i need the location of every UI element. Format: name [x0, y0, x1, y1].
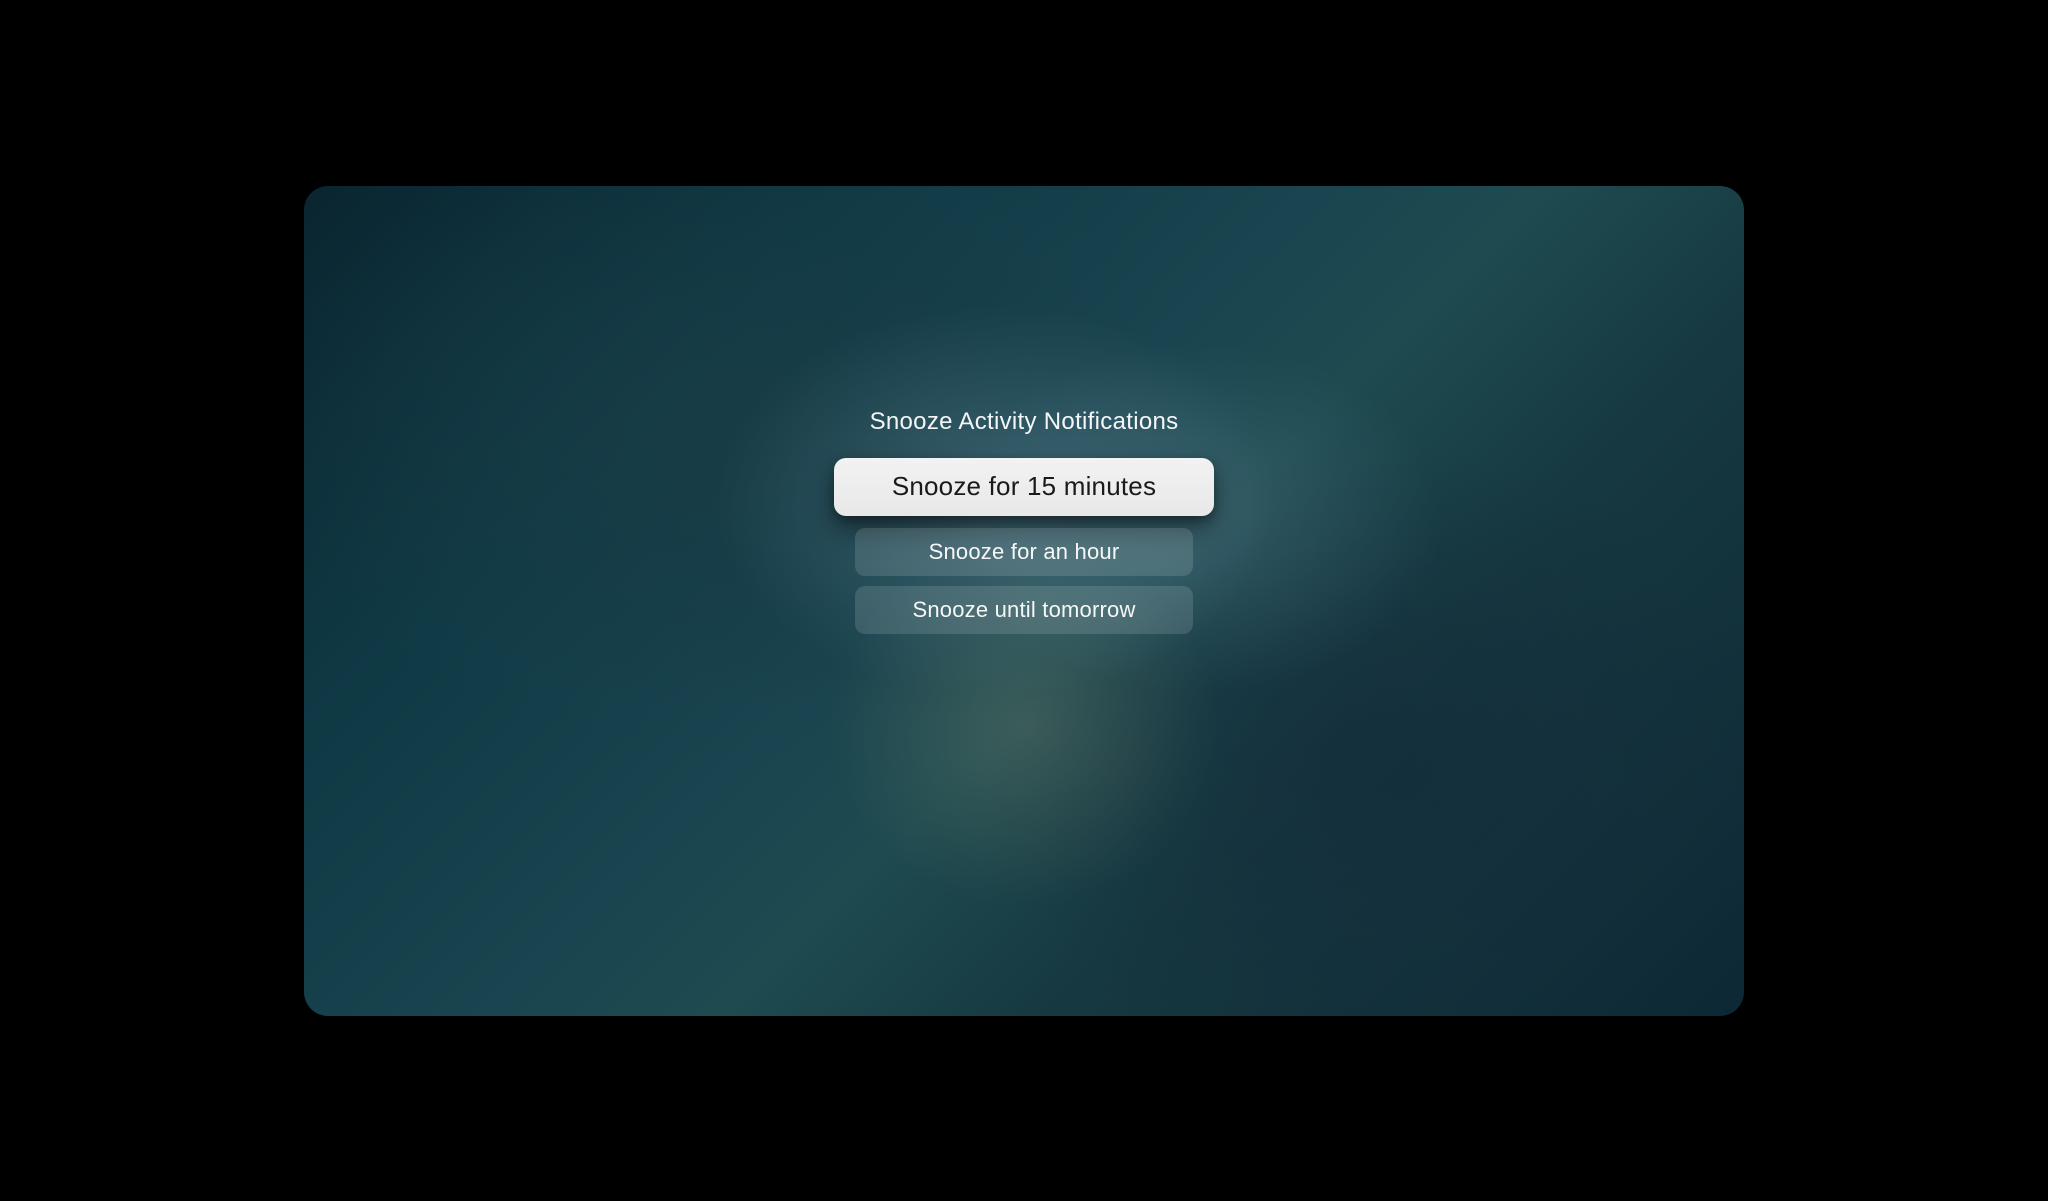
snooze-1-hour-button[interactable]: Snooze for an hour — [855, 528, 1193, 576]
snooze-tomorrow-button[interactable]: Snooze until tomorrow — [855, 586, 1193, 634]
screen-frame: Snooze Activity Notifications Snooze for… — [304, 186, 1744, 1016]
snooze-15-minutes-button[interactable]: Snooze for 15 minutes — [834, 458, 1214, 516]
snooze-dialog: Snooze Activity Notifications Snooze for… — [824, 408, 1224, 644]
dialog-title: Snooze Activity Notifications — [870, 408, 1179, 436]
